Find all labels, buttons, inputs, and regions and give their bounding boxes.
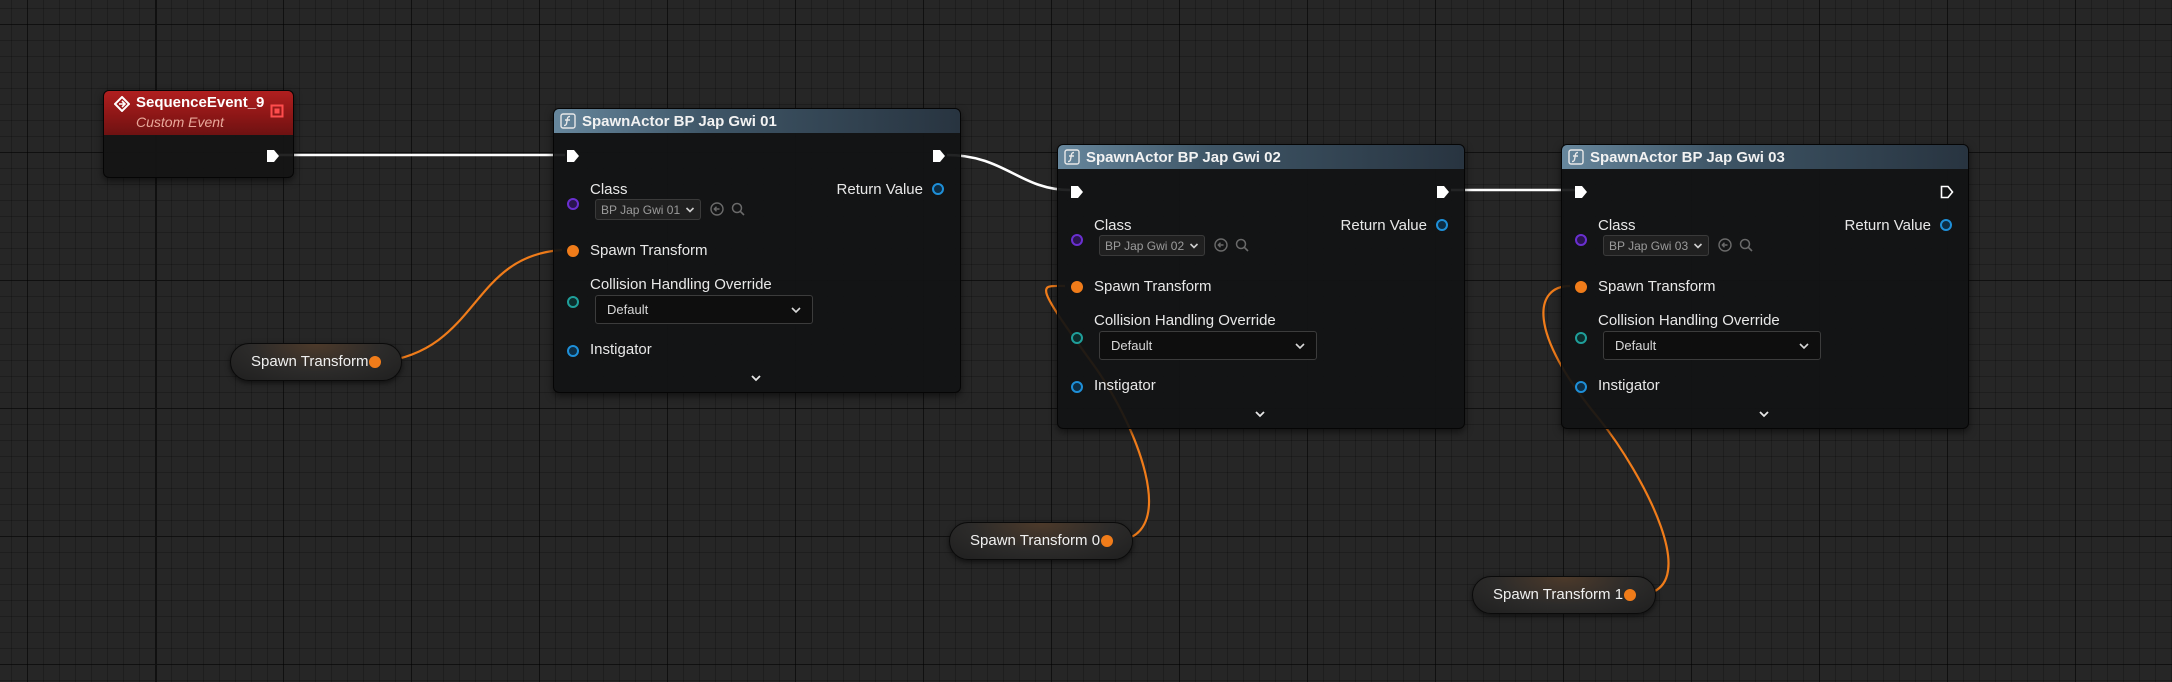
class-value: BP Jap Gwi 02 <box>1105 238 1185 253</box>
exec-in-pin[interactable] <box>566 149 580 163</box>
class-picker[interactable]: BP Jap Gwi 02 <box>1099 235 1205 256</box>
variable-getter-spawn-transform-1[interactable]: Spawn Transform 1 <box>1472 576 1656 614</box>
node-header: SpawnActor BP Jap Gwi 03 <box>1562 145 1968 169</box>
return-value-pin[interactable] <box>932 183 944 195</box>
collision-value: Default <box>1111 338 1153 353</box>
node-title: SpawnActor BP Jap Gwi 03 <box>1590 148 1785 166</box>
collision-value: Default <box>1615 338 1657 353</box>
class-pin[interactable] <box>1071 234 1083 246</box>
node-title: SpawnActor BP Jap Gwi 02 <box>1086 148 1281 166</box>
transform-wire-var-to-spawn1 <box>380 248 563 364</box>
instigator-pin[interactable] <box>1071 381 1083 393</box>
collision-value: Default <box>607 302 649 317</box>
custom-event-node[interactable]: SequenceEvent_9 Custom Event <box>103 90 294 178</box>
expand-chevron-icon[interactable] <box>1253 407 1267 421</box>
function-icon <box>560 113 576 129</box>
spawn-transform-label: Spawn Transform <box>590 242 708 259</box>
node-title: SpawnActor BP Jap Gwi 01 <box>582 112 777 130</box>
spawn-transform-label: Spawn Transform <box>1598 278 1716 295</box>
exec-in-pin[interactable] <box>1070 185 1084 199</box>
spawn-transform-pin[interactable] <box>1575 281 1587 293</box>
spawn-actor-node-3[interactable]: SpawnActor BP Jap Gwi 03 Class BP Jap Gw… <box>1561 144 1969 429</box>
class-label: Class <box>590 181 628 198</box>
spawn-actor-node-2[interactable]: SpawnActor BP Jap Gwi 02 Class BP Jap Gw… <box>1057 144 1465 429</box>
collision-dropdown[interactable]: Default <box>1603 331 1821 360</box>
spawn-transform-pin[interactable] <box>567 245 579 257</box>
instigator-label: Instigator <box>1094 377 1156 394</box>
return-value-label: Return Value <box>1340 217 1427 234</box>
collision-dropdown[interactable]: Default <box>595 295 813 324</box>
node-header: SpawnActor BP Jap Gwi 01 <box>554 109 960 133</box>
instigator-pin[interactable] <box>1575 381 1587 393</box>
exec-wire-spawn1-to-spawn2 <box>946 153 1071 192</box>
class-pin[interactable] <box>567 198 579 210</box>
variable-label: Spawn Transform 1 <box>1493 586 1624 603</box>
return-value-label: Return Value <box>836 181 923 198</box>
collision-label: Collision Handling Override <box>1094 312 1276 329</box>
spawn-transform-pin[interactable] <box>1071 281 1083 293</box>
variable-output-pin[interactable] <box>369 356 381 368</box>
event-exec-out-pin[interactable] <box>266 149 280 163</box>
chevron-down-icon <box>1295 343 1305 350</box>
event-subtitle: Custom Event <box>136 114 224 130</box>
class-value: BP Jap Gwi 01 <box>601 202 681 217</box>
arrow-left-circle-icon[interactable] <box>1213 237 1229 253</box>
variable-label: Spawn Transform <box>251 353 369 370</box>
node-header: SpawnActor BP Jap Gwi 02 <box>1058 145 1464 169</box>
delegate-square-icon[interactable] <box>270 104 284 118</box>
variable-getter-spawn-transform-0[interactable]: Spawn Transform 0 <box>949 522 1133 560</box>
class-picker[interactable]: BP Jap Gwi 03 <box>1603 235 1709 256</box>
spawn-transform-label: Spawn Transform <box>1094 278 1212 295</box>
instigator-label: Instigator <box>1598 377 1660 394</box>
variable-output-pin[interactable] <box>1624 589 1636 601</box>
class-value: BP Jap Gwi 03 <box>1609 238 1689 253</box>
variable-getter-spawn-transform[interactable]: Spawn Transform <box>230 343 402 381</box>
class-pin[interactable] <box>1575 234 1587 246</box>
collision-dropdown[interactable]: Default <box>1099 331 1317 360</box>
expand-chevron-icon[interactable] <box>749 371 763 385</box>
collision-pin[interactable] <box>567 296 579 308</box>
event-title: SequenceEvent_9 <box>136 94 265 111</box>
search-icon[interactable] <box>1738 237 1754 253</box>
instigator-label: Instigator <box>590 341 652 358</box>
chevron-down-icon <box>1189 243 1199 249</box>
chevron-down-icon <box>1693 243 1703 249</box>
collision-label: Collision Handling Override <box>1598 312 1780 329</box>
return-value-pin[interactable] <box>1436 219 1448 231</box>
spawn-actor-node-1[interactable]: SpawnActor BP Jap Gwi 01 Class BP Jap Gw… <box>553 108 961 393</box>
function-icon <box>1568 149 1584 165</box>
chevron-down-icon <box>685 207 695 213</box>
class-label: Class <box>1598 217 1636 234</box>
collision-pin[interactable] <box>1071 332 1083 344</box>
collision-label: Collision Handling Override <box>590 276 772 293</box>
exec-in-pin[interactable] <box>1574 185 1588 199</box>
return-value-pin[interactable] <box>1940 219 1952 231</box>
instigator-pin[interactable] <box>567 345 579 357</box>
return-value-label: Return Value <box>1844 217 1931 234</box>
expand-chevron-icon[interactable] <box>1757 407 1771 421</box>
search-icon[interactable] <box>1234 237 1250 253</box>
variable-label: Spawn Transform 0 <box>970 532 1101 549</box>
search-icon[interactable] <box>730 201 746 217</box>
arrow-left-circle-icon[interactable] <box>1717 237 1733 253</box>
class-label: Class <box>1094 217 1132 234</box>
event-diamond-icon <box>114 96 130 112</box>
exec-out-pin[interactable] <box>932 149 946 163</box>
event-header: SequenceEvent_9 Custom Event <box>104 91 293 135</box>
variable-output-pin[interactable] <box>1101 535 1113 547</box>
class-picker[interactable]: BP Jap Gwi 01 <box>595 199 701 220</box>
function-icon <box>1064 149 1080 165</box>
exec-out-pin[interactable] <box>1436 185 1450 199</box>
arrow-left-circle-icon[interactable] <box>709 201 725 217</box>
chevron-down-icon <box>1799 343 1809 350</box>
chevron-down-icon <box>791 307 801 314</box>
collision-pin[interactable] <box>1575 332 1587 344</box>
exec-out-pin-unconnected[interactable] <box>1940 185 1954 199</box>
